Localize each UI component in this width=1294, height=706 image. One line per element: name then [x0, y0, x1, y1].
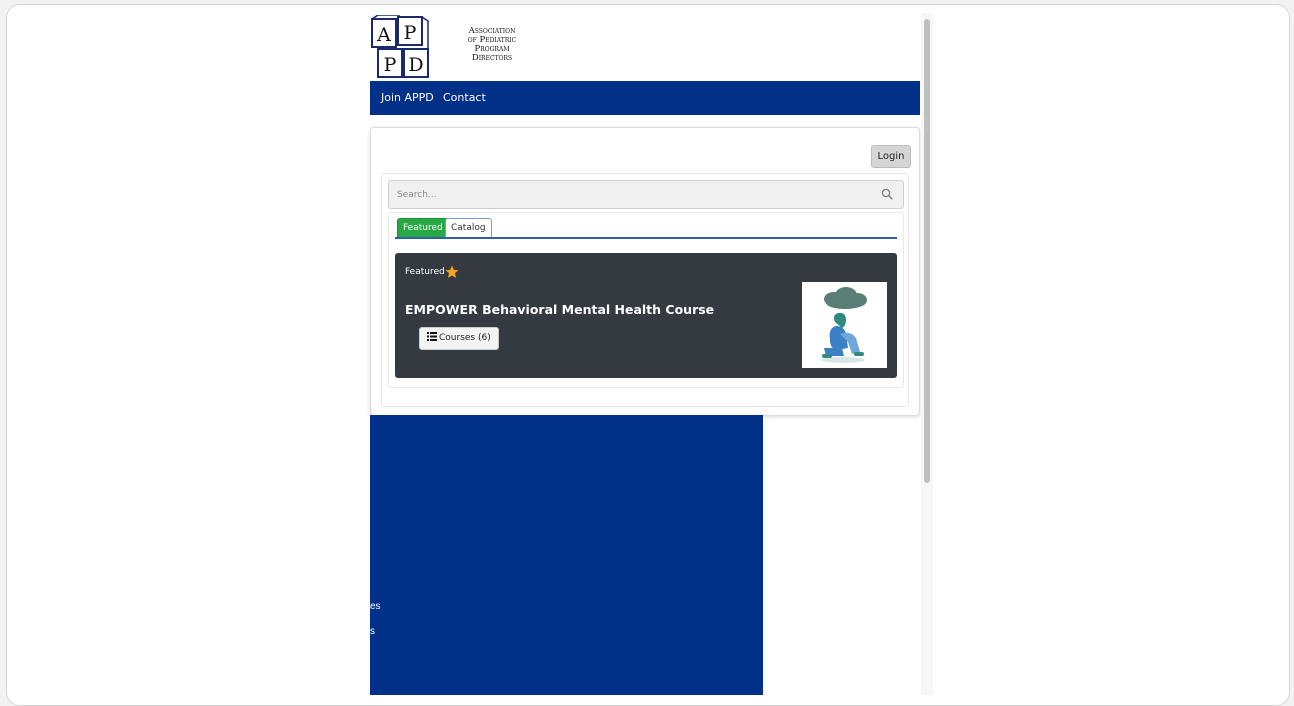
logo-letter-a: A: [376, 24, 391, 46]
course-title[interactable]: EMPOWER Behavioral Mental Health Course: [405, 302, 714, 317]
catalog-body: Featured Catalog Featured EMPOWER Behavi…: [381, 173, 909, 407]
sad-person-rain-cloud-icon: [821, 287, 867, 363]
logo-line-4: Directors: [471, 53, 513, 63]
appd-logo-icon[interactable]: A P P D: [370, 15, 432, 81]
list-icon: [427, 332, 437, 341]
logo-letter-p2: P: [384, 54, 397, 76]
clipped-text-1: es: [370, 601, 381, 612]
footer-background-block: es s: [370, 415, 763, 695]
search-input[interactable]: [389, 181, 875, 208]
courses-button-label: Courses (6): [439, 333, 491, 343]
featured-course-card[interactable]: Featured EMPOWER Behavioral Mental Healt…: [395, 253, 897, 378]
logo-letter-d: D: [408, 54, 423, 76]
search-bar: [388, 180, 904, 209]
clipped-text-2: s: [370, 626, 375, 637]
login-button[interactable]: Login: [871, 145, 911, 168]
scrollbar-thumb[interactable]: [924, 19, 930, 483]
logo-letter-p1: P: [404, 22, 417, 44]
nav-contact[interactable]: Contact: [443, 81, 486, 115]
featured-label: Featured: [405, 267, 445, 277]
main-navbar: Join APPD Contact: [370, 81, 920, 115]
logo-wordmark: Association of Pediatric Program Directo…: [432, 27, 552, 63]
courses-button[interactable]: Courses (6): [419, 327, 499, 350]
browser-window: A P P D Association of Pediatric Program…: [6, 4, 1290, 706]
tab-divider: [395, 237, 897, 239]
tab-catalog[interactable]: Catalog: [445, 218, 492, 239]
tab-featured[interactable]: Featured: [397, 218, 449, 239]
star-icon: [445, 265, 459, 279]
nav-join-appd[interactable]: Join APPD: [381, 81, 434, 115]
site-header: A P P D Association of Pediatric Program…: [370, 15, 920, 81]
catalog-panel: Login Featured Catalog Featured: [370, 127, 920, 416]
course-thumbnail[interactable]: [802, 282, 887, 368]
search-icon[interactable]: [881, 188, 893, 200]
tab-container: Featured Catalog Featured EMPOWER Behavi…: [388, 212, 904, 388]
